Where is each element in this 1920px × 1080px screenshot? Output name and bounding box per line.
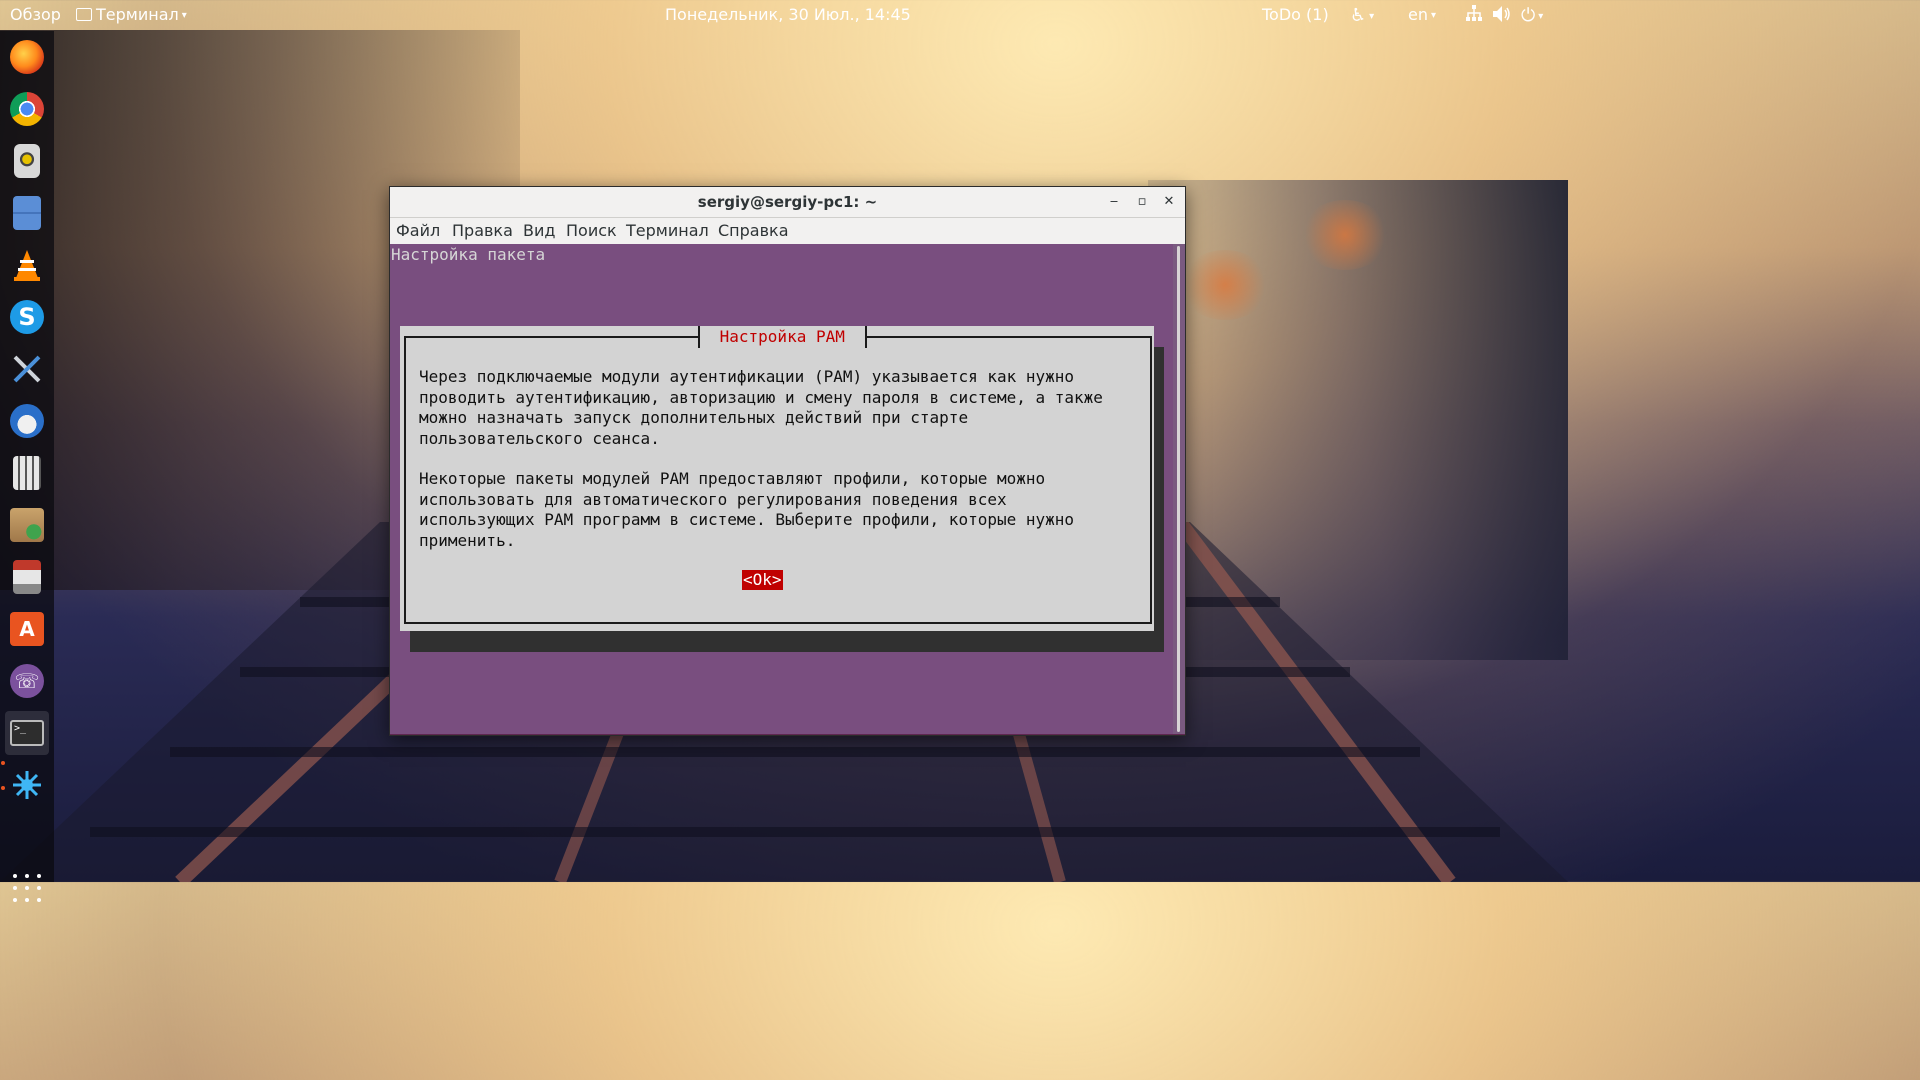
dock-item-wireshark[interactable]	[5, 763, 49, 807]
dock-item-disk-installer[interactable]	[5, 555, 49, 599]
accessibility-menu[interactable]: ♿ ▾	[1350, 5, 1374, 26]
pam-config-dialog: Настройка PAM Через подключаемые модули …	[400, 326, 1154, 631]
app-menu-label: Терминал	[96, 5, 179, 24]
window-titlebar[interactable]: sergiy@sergiy-pc1: ~ ‒ ▫ ✕	[390, 187, 1185, 218]
volume-icon[interactable]	[1492, 5, 1512, 27]
show-applications-button[interactable]	[13, 874, 41, 902]
keyboard-layout-label: en	[1408, 5, 1428, 24]
terminal-icon: >_	[10, 720, 44, 746]
speaker-icon	[14, 144, 40, 178]
shopping-bag-icon: A	[10, 612, 44, 646]
chevron-down-icon: ▾	[1538, 11, 1544, 22]
close-icon: ✕	[1163, 194, 1175, 209]
dock-item-chrome[interactable]	[5, 87, 49, 131]
chevron-down-icon: ▾	[1430, 10, 1437, 21]
dock-item-terminal[interactable]: >_	[5, 711, 49, 755]
wireshark-fin-icon	[13, 771, 41, 799]
dock: S A ☏ >_	[0, 31, 54, 902]
usb-installer-icon	[13, 560, 41, 594]
dock-item-files[interactable]	[5, 191, 49, 235]
minimize-icon: ‒	[1109, 194, 1119, 209]
clock-button[interactable]: Понедельник, 30 Июл., 14:45	[665, 5, 911, 24]
menu-terminal[interactable]: Терминал	[626, 221, 709, 240]
scrollbar-thumb[interactable]	[1177, 246, 1180, 732]
menu-edit[interactable]: Правка	[452, 221, 513, 240]
wallpaper-autumn-foliage	[1180, 250, 1270, 320]
chevron-down-icon: ▾	[1369, 11, 1375, 22]
dock-item-calculator[interactable]	[5, 451, 49, 495]
package-config-header: Настройка пакета	[391, 245, 546, 264]
tools-icon	[13, 355, 41, 383]
menu-help[interactable]: Справка	[718, 221, 789, 240]
calculator-icon	[13, 456, 41, 490]
minimize-button[interactable]: ‒	[1104, 192, 1124, 212]
terminal-scrollbar[interactable]	[1173, 244, 1185, 734]
terminal-area[interactable]: Настройка пакета Настройка PAM Через под…	[390, 244, 1173, 734]
window-menubar: Файл Правка Вид Поиск Терминал Справка	[390, 218, 1185, 244]
power-menu[interactable]: ⏻ ▾	[1521, 5, 1543, 26]
ok-button[interactable]: <Ok>	[742, 570, 783, 590]
skype-icon: S	[10, 300, 44, 334]
dock-item-firefox[interactable]	[5, 35, 49, 79]
maximize-icon: ▫	[1137, 194, 1147, 209]
chevron-down-icon: ▾	[181, 10, 187, 21]
dock-item-tweak-tool[interactable]	[5, 347, 49, 391]
menu-view[interactable]: Вид	[523, 221, 555, 240]
dock-item-skype[interactable]: S	[5, 295, 49, 339]
network-icon[interactable]	[1465, 5, 1483, 26]
dialog-title-box: Настройка PAM	[698, 326, 867, 348]
dialog-paragraph-1: Через подключаемые модули аутентификации…	[419, 367, 1103, 448]
dialog-title: Настройка PAM	[710, 327, 855, 346]
accessibility-icon: ♿	[1350, 5, 1367, 26]
dock-item-rhythmbox[interactable]	[5, 139, 49, 183]
menu-file[interactable]: Файл	[396, 221, 440, 240]
power-icon: ⏻	[1521, 5, 1536, 26]
menu-search[interactable]: Поиск	[566, 221, 617, 240]
firefox-icon	[10, 40, 44, 74]
maximize-button[interactable]: ▫	[1132, 192, 1152, 212]
dock-item-viber[interactable]: ☏	[5, 659, 49, 703]
window-title: sergiy@sergiy-pc1: ~	[697, 193, 878, 211]
top-panel: Обзор Терминал ▾ Понедельник, 30 Июл., 14…	[0, 0, 1568, 31]
file-cabinet-icon	[13, 196, 41, 230]
dock-item-thunderbird[interactable]	[5, 399, 49, 443]
close-button[interactable]: ✕	[1159, 192, 1179, 212]
wallpaper-autumn-foliage	[1300, 200, 1390, 270]
box-globe-icon	[10, 508, 44, 542]
keyboard-layout-menu[interactable]: en ▾	[1408, 5, 1436, 24]
running-indicator	[1, 786, 5, 790]
terminal-icon	[76, 8, 92, 21]
dialog-paragraph-2: Некоторые пакеты модулей PAM предоставля…	[419, 469, 1075, 550]
dock-item-vlc[interactable]	[5, 243, 49, 287]
viber-icon: ☏	[10, 664, 44, 698]
todo-indicator[interactable]: ToDo (1)	[1262, 5, 1329, 24]
terminal-window: sergiy@sergiy-pc1: ~ ‒ ▫ ✕ Файл Правка В…	[389, 186, 1186, 736]
vlc-cone-icon	[14, 250, 40, 281]
activities-button[interactable]: Обзор	[10, 5, 61, 24]
dock-item-archive-manager[interactable]	[5, 503, 49, 547]
dock-item-software-center[interactable]: A	[5, 607, 49, 651]
chrome-icon	[10, 92, 44, 126]
thunderbird-icon	[10, 404, 44, 438]
app-menu-button[interactable]: Терминал ▾	[76, 5, 187, 24]
